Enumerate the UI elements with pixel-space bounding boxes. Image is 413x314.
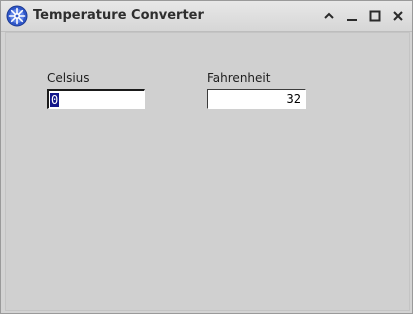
maximize-icon[interactable] [367, 8, 383, 24]
celsius-label: Celsius [47, 71, 90, 85]
celsius-value: 0 [50, 93, 60, 107]
chevron-up-icon[interactable] [321, 8, 337, 24]
minimize-icon[interactable] [344, 8, 360, 24]
title-bar[interactable]: Temperature Converter [1, 1, 412, 32]
app-gear-icon[interactable] [6, 5, 28, 27]
converter-panel: Celsius 0 Fahrenheit 32 [5, 32, 410, 311]
window-title: Temperature Converter [33, 8, 204, 23]
app-window: Temperature Converter Celsius 0 Fahrenhe… [0, 0, 413, 314]
fahrenheit-value: 32 [286, 92, 301, 106]
celsius-input[interactable]: 0 [47, 89, 145, 109]
fahrenheit-input[interactable]: 32 [207, 89, 306, 109]
fahrenheit-label: Fahrenheit [207, 71, 271, 85]
close-icon[interactable] [390, 8, 406, 24]
